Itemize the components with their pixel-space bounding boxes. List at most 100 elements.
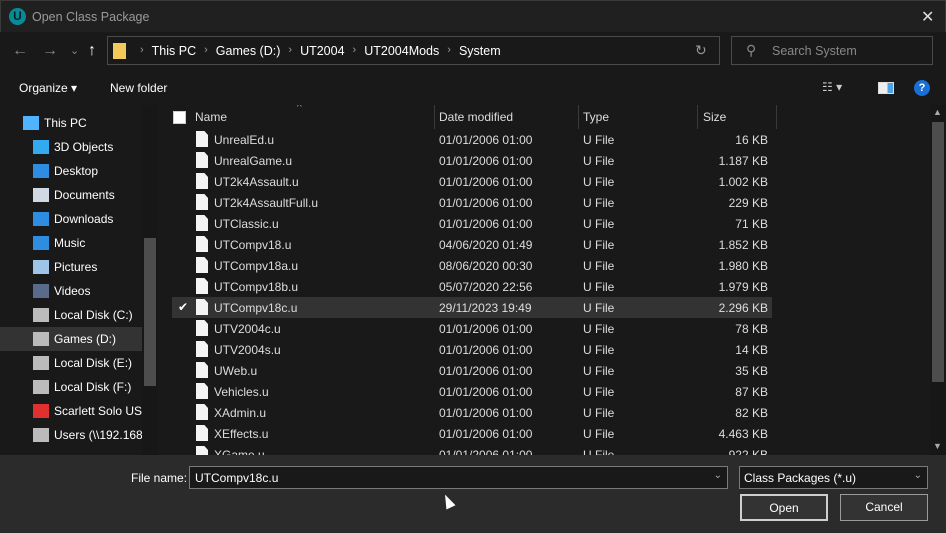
file-row[interactable]: UTV2004c.u 01/01/2006 01:00 U File 78 KB: [172, 318, 772, 339]
file-date: 01/01/2006 01:00: [439, 217, 533, 231]
sidebar-item[interactable]: Users (\\192.168.: [0, 423, 142, 447]
file-type-select[interactable]: Class Packages (*.u) ⌄: [739, 466, 928, 489]
sidebar-item[interactable]: Scarlett Solo USB: [0, 399, 142, 423]
change-view-button[interactable]: ☷ ▾: [822, 80, 842, 94]
close-icon[interactable]: ✕: [921, 7, 934, 27]
row-checkbox-checked-icon[interactable]: ✔: [178, 300, 188, 314]
file-icon: [196, 404, 208, 420]
column-divider[interactable]: [578, 105, 579, 129]
sidebar-item[interactable]: Videos: [0, 279, 142, 303]
column-type[interactable]: Type: [583, 110, 609, 124]
sidebar-item[interactable]: Music: [0, 231, 142, 255]
sidebar-item[interactable]: Downloads: [0, 207, 142, 231]
organize-button[interactable]: Organize ▾: [19, 81, 77, 95]
help-icon[interactable]: ?: [914, 80, 930, 96]
sidebar-item[interactable]: Pictures: [0, 255, 142, 279]
column-header-row: ^ Name Date modified Type Size: [160, 105, 930, 129]
file-name: Vehicles.u: [214, 385, 269, 399]
column-divider[interactable]: [434, 105, 435, 129]
recent-locations-chevron-icon[interactable]: ⌄: [70, 44, 79, 57]
file-size: 82 KB: [735, 406, 768, 420]
file-row[interactable]: UTCompv18b.u 05/07/2020 22:56 U File 1.979 …: [172, 276, 772, 297]
refresh-icon[interactable]: ↻: [695, 42, 707, 59]
column-divider[interactable]: [776, 105, 777, 129]
cancel-button[interactable]: Cancel: [840, 494, 928, 521]
up-arrow-icon[interactable]: ↑: [88, 42, 96, 60]
scroll-down-icon[interactable]: ▼: [933, 441, 942, 451]
breadcrumb-separator-icon[interactable]: ›: [140, 44, 144, 58]
sidebar-item[interactable]: This PC: [0, 111, 132, 135]
file-row[interactable]: XGame.u 01/01/2006 01:00 U File 922 KB: [172, 444, 772, 455]
file-row[interactable]: UnrealEd.u 01/01/2006 01:00 U File 16 KB: [172, 129, 772, 150]
computer-icon: [23, 116, 39, 130]
file-icon: [196, 236, 208, 252]
file-row[interactable]: UnrealGame.u 01/01/2006 01:00 U File 1.187 …: [172, 150, 772, 171]
open-button[interactable]: Open: [740, 494, 828, 521]
column-name[interactable]: Name: [195, 110, 227, 124]
file-row[interactable]: UTV2004s.u 01/01/2006 01:00 U File 14 KB: [172, 339, 772, 360]
column-size[interactable]: Size: [703, 110, 726, 124]
file-name: UTCompv18b.u: [214, 280, 299, 294]
file-row[interactable]: UT2k4AssaultFull.u 01/01/2006 01:00 U File…: [172, 192, 772, 213]
file-name: UTV2004s.u: [214, 343, 281, 357]
file-name: UnrealGame.u: [214, 154, 293, 168]
file-icon: [196, 299, 208, 315]
breadcrumb-separator-icon[interactable]: ›: [447, 44, 451, 58]
sidebar-item[interactable]: Local Disk (E:): [0, 351, 142, 375]
file-type: U File: [583, 217, 615, 231]
file-size: 71 KB: [735, 217, 768, 231]
new-folder-button[interactable]: New folder: [110, 81, 167, 95]
file-icon: [196, 257, 208, 273]
sidebar-item[interactable]: 3D Objects: [0, 135, 142, 159]
navigation-pane-scroll-thumb[interactable]: [144, 238, 156, 386]
column-divider[interactable]: [697, 105, 698, 129]
downloads-icon: [33, 212, 49, 226]
file-row[interactable]: XAdmin.u 01/01/2006 01:00 U File 82 KB: [172, 402, 772, 423]
preview-pane-icon[interactable]: [878, 82, 894, 94]
file-list-scroll-thumb[interactable]: [932, 122, 944, 382]
file-row[interactable]: XEffects.u 01/01/2006 01:00 U File 4.463 KB: [172, 423, 772, 444]
file-row[interactable]: UTCompv18a.u 08/06/2020 00:30 U File 1.980 …: [172, 255, 772, 276]
file-size: 922 KB: [728, 448, 768, 455]
file-date: 01/01/2006 01:00: [439, 343, 533, 357]
scroll-up-icon[interactable]: ▲: [933, 107, 942, 117]
breadcrumb-item[interactable]: UT2004: [300, 44, 344, 58]
chevron-down-icon[interactable]: ⌄: [714, 470, 722, 481]
file-size: 1.187 KB: [718, 154, 768, 168]
file-icon: [196, 215, 208, 231]
sidebar-item[interactable]: Local Disk (C:): [0, 303, 142, 327]
drive-icon: [33, 380, 49, 394]
search-input[interactable]: ⚲ Search System: [731, 36, 933, 65]
file-row[interactable]: Vehicles.u 01/01/2006 01:00 U File 87 KB: [172, 381, 772, 402]
breadcrumb-item[interactable]: UT2004Mods: [364, 44, 439, 58]
file-name-input[interactable]: UTCompv18c.u ⌄: [189, 466, 728, 489]
file-row[interactable]: UWeb.u 01/01/2006 01:00 U File 35 KB: [172, 360, 772, 381]
file-date: 29/11/2023 19:49: [439, 301, 532, 315]
file-row[interactable]: UTClassic.u 01/01/2006 01:00 U File 71 KB: [172, 213, 772, 234]
unreal-app-icon: U: [9, 8, 26, 25]
file-row[interactable]: UTCompv18.u 04/06/2020 01:49 U File 1.852 K…: [172, 234, 772, 255]
forward-arrow-icon[interactable]: →: [42, 42, 58, 60]
file-row[interactable]: UT2k4Assault.u 01/01/2006 01:00 U File 1.00…: [172, 171, 772, 192]
breadcrumb-item[interactable]: This PC: [152, 44, 196, 58]
sidebar-item[interactable]: Desktop: [0, 159, 142, 183]
column-date-modified[interactable]: Date modified: [439, 110, 513, 124]
sidebar-item-label: Pictures: [54, 260, 98, 274]
file-type: U File: [583, 154, 615, 168]
breadcrumb-item[interactable]: System: [459, 44, 501, 58]
breadcrumb-item[interactable]: Games (D:): [216, 44, 281, 58]
address-bar[interactable]: › This PC › Games (D:) › UT2004 › UT2004Mods › Sy…: [107, 36, 720, 65]
file-row[interactable]: ✔ UTCompv18c.u 29/11/2023 19:49 U File 2.296…: [172, 297, 772, 318]
file-size: 78 KB: [735, 322, 768, 336]
select-all-checkbox[interactable]: [173, 111, 186, 124]
sidebar-item[interactable]: Documents: [0, 183, 142, 207]
sidebar-item[interactable]: Games (D:): [0, 327, 142, 351]
back-arrow-icon[interactable]: ←: [12, 42, 28, 60]
file-icon: [196, 194, 208, 210]
breadcrumb-separator-icon[interactable]: ›: [204, 44, 208, 58]
breadcrumb-separator-icon[interactable]: ›: [288, 44, 292, 58]
sidebar-item-label: Downloads: [54, 212, 114, 226]
sidebar-item[interactable]: Local Disk (F:): [0, 375, 142, 399]
file-date: 01/01/2006 01:00: [439, 406, 533, 420]
breadcrumb-separator-icon[interactable]: ›: [353, 44, 357, 58]
